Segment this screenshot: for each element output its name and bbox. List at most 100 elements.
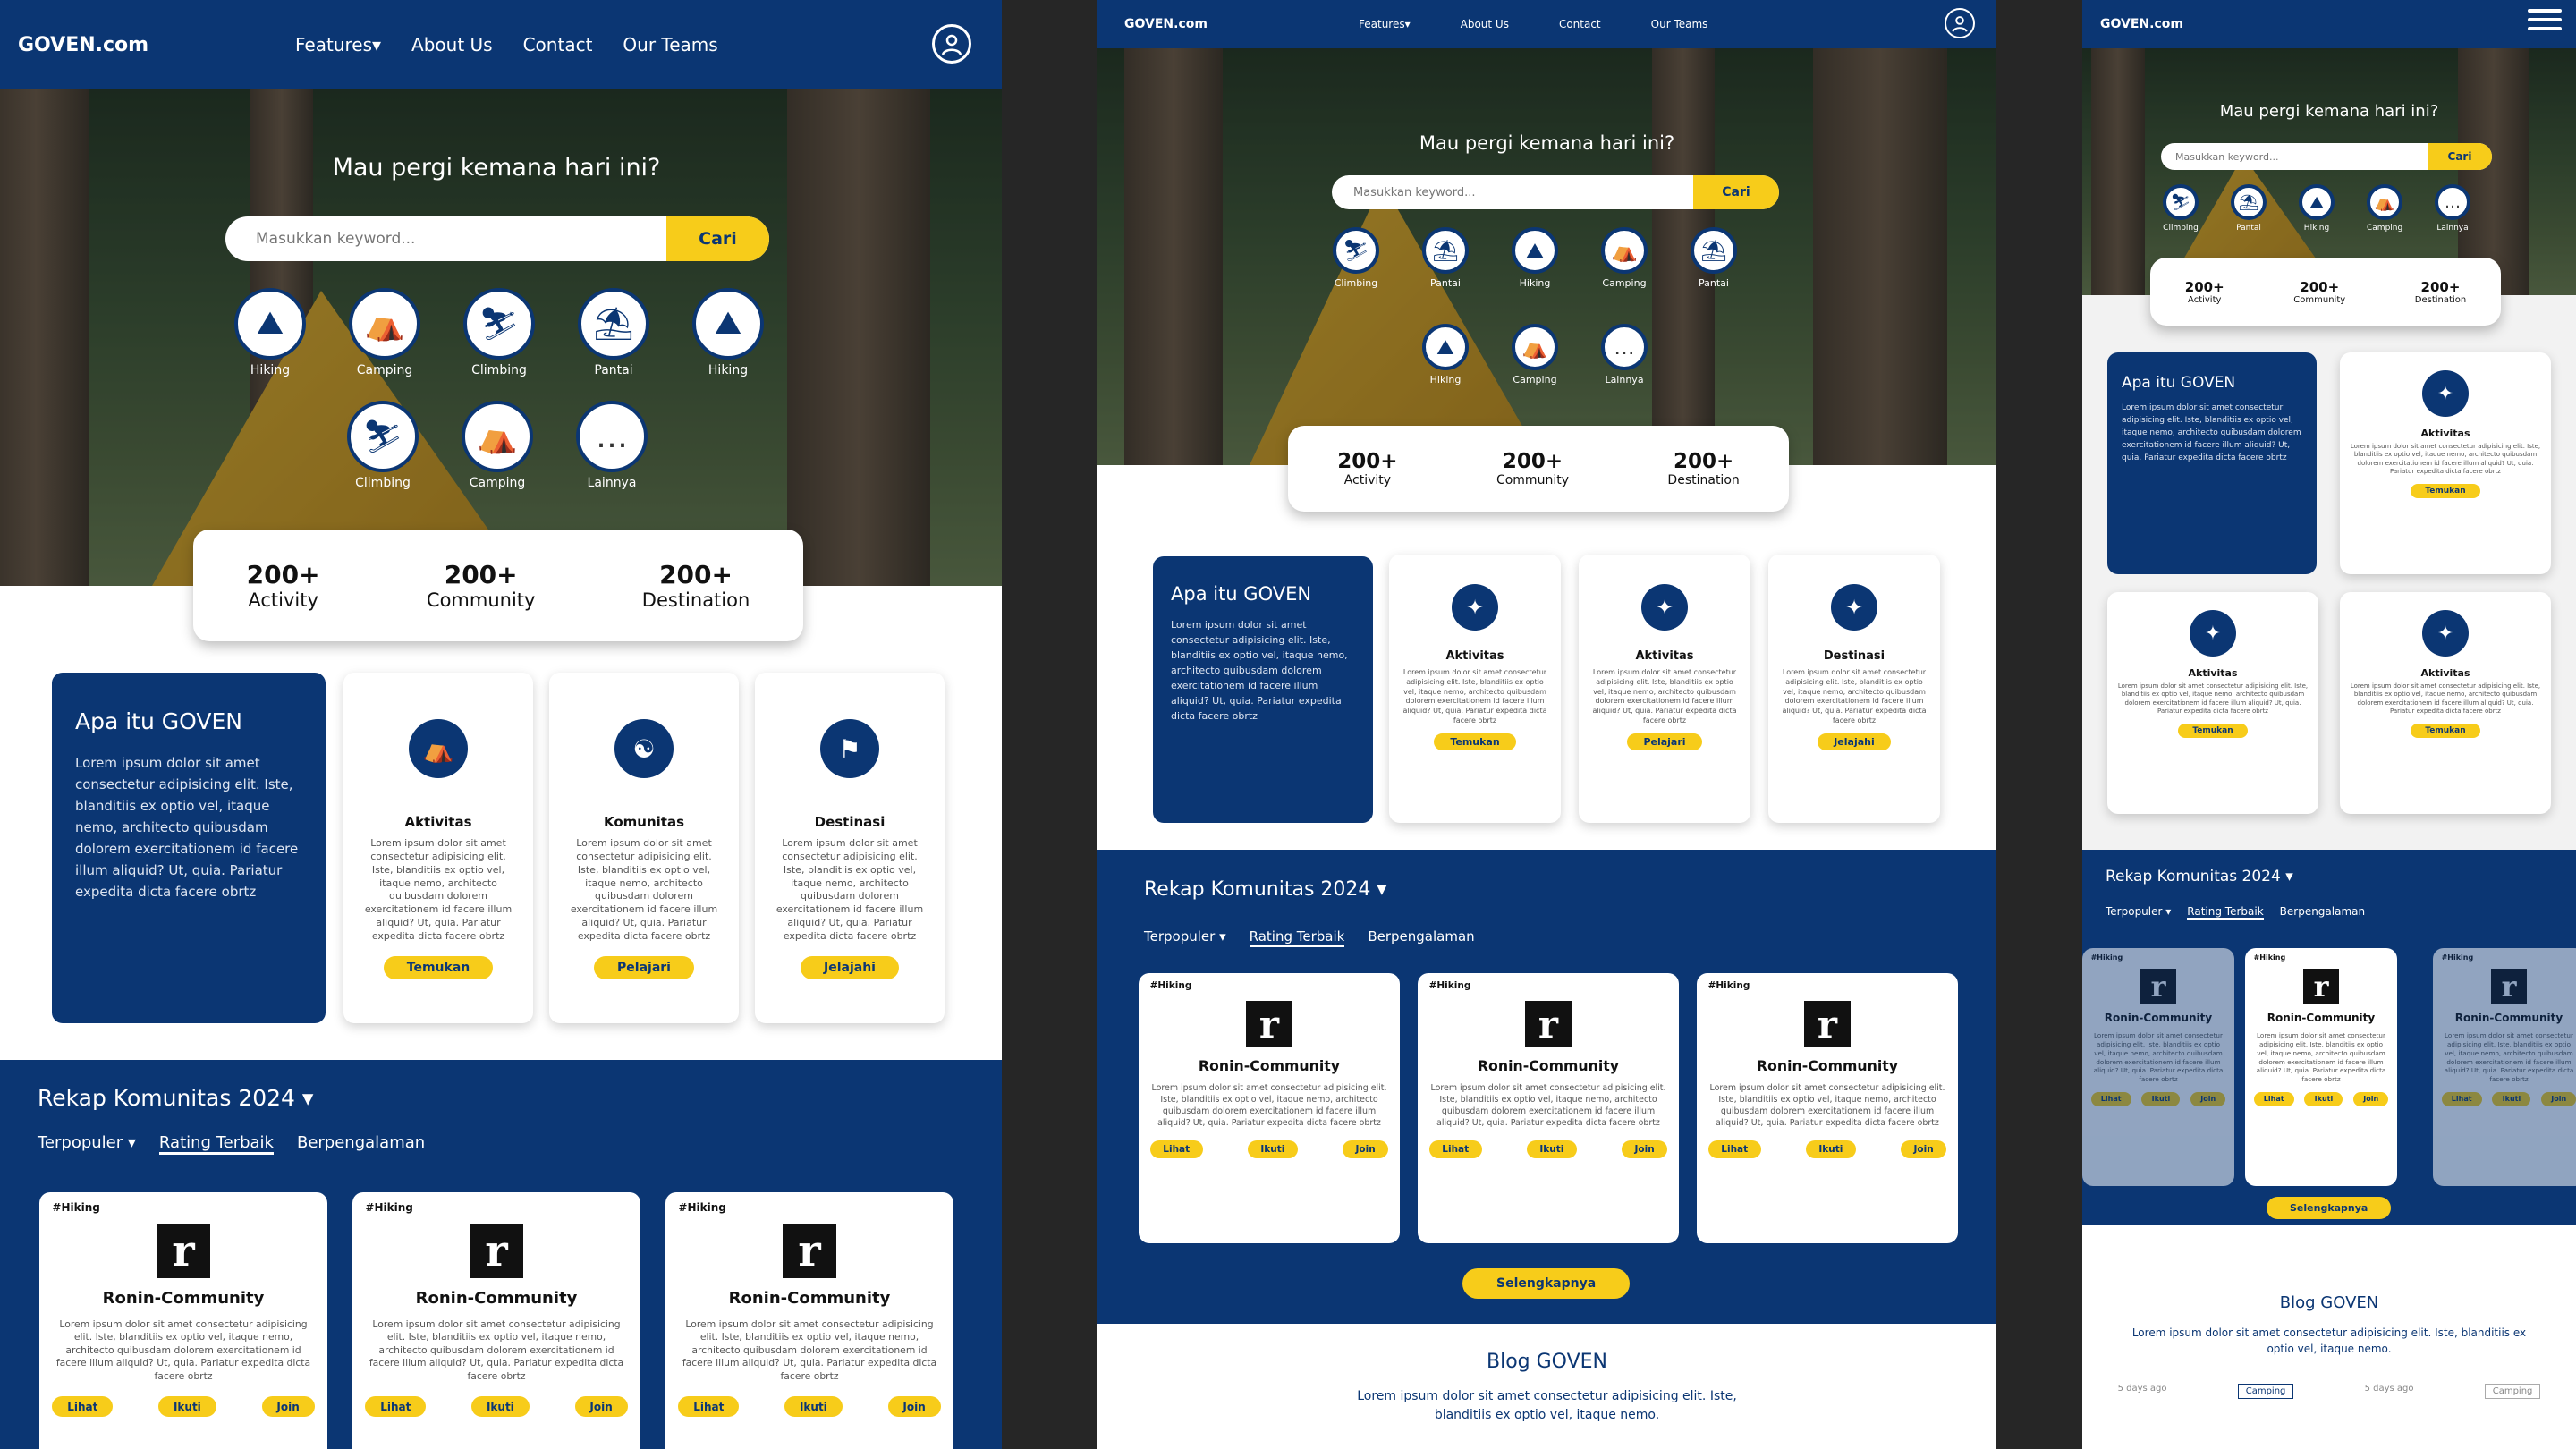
community-card[interactable]: #Hiking r Ronin-Community Lorem ipsum dolor…	[2082, 948, 2234, 1186]
community-join-button[interactable]: Join	[1342, 1140, 1389, 1159]
feature-button[interactable]: Temukan	[2411, 483, 2480, 498]
category-climbing[interactable]: ⛷ Climbing	[347, 401, 419, 490]
tab-terpopuler[interactable]: Terpopuler ▾	[2106, 905, 2171, 920]
community-lihat-button[interactable]: Lihat	[1707, 1140, 1761, 1159]
community-join-button[interactable]: Join	[2541, 1092, 2576, 1106]
community-join-button[interactable]: Join	[574, 1395, 628, 1418]
category-hiking[interactable]: ⛰ Hiking	[234, 288, 306, 377]
community-card[interactable]: #Hiking r Ronin-Community Lorem ipsum dolor…	[2245, 948, 2397, 1186]
community-join-button[interactable]: Join	[1621, 1140, 1668, 1159]
tab-rating-terbaik[interactable]: Rating Terbaik	[1249, 928, 1345, 947]
user-avatar-icon[interactable]	[932, 24, 971, 64]
nav-teams[interactable]: Our Teams	[623, 34, 717, 55]
user-avatar-icon[interactable]	[1945, 8, 1975, 38]
tab-rating-terbaik[interactable]: Rating Terbaik	[158, 1133, 274, 1155]
category-pantai[interactable]: ⛱ Pantai	[1422, 227, 1469, 289]
category-camping[interactable]: ⛺ Camping	[1512, 324, 1558, 386]
search-button[interactable]: Cari	[666, 216, 769, 261]
search-input[interactable]	[225, 216, 666, 261]
community-card[interactable]: #Hiking r Ronin-Community Lorem ipsum dolor…	[39, 1192, 327, 1449]
nav-teams[interactable]: Our Teams	[1651, 18, 1708, 30]
community-join-button[interactable]: Join	[2353, 1092, 2389, 1106]
jelajahi-button[interactable]: Jelajahi	[801, 955, 899, 979]
tab-berpengalaman[interactable]: Berpengalaman	[2280, 905, 2365, 920]
category-camping[interactable]: ⛺ Camping	[349, 288, 420, 377]
tab-rating-terbaik[interactable]: Rating Terbaik	[2187, 905, 2264, 920]
category-hiking[interactable]: ⛰ Hiking	[2299, 184, 2334, 233]
category-camping[interactable]: ⛺ Camping	[1601, 227, 1648, 289]
community-lihat-button[interactable]: Lihat	[1149, 1140, 1203, 1159]
community-ikuti-button[interactable]: Ikuti	[471, 1395, 530, 1418]
recap-title[interactable]: Rekap Komunitas 2024 ▾	[38, 1085, 313, 1111]
feature-button[interactable]: Jelajahi	[1818, 733, 1891, 750]
category-lainnya[interactable]: … Lainnya	[1601, 324, 1648, 386]
category-hiking[interactable]: ⛰ Hiking	[692, 288, 764, 377]
nav-contact[interactable]: Contact	[523, 34, 593, 55]
nav-contact[interactable]: Contact	[1559, 18, 1601, 30]
nav-about[interactable]: About Us	[1461, 18, 1509, 30]
category-pantai[interactable]: ⛱ Pantai	[1690, 227, 1737, 289]
community-ikuti-button[interactable]: Ikuti	[2492, 1092, 2531, 1106]
category-pantai[interactable]: ⛱ Pantai	[578, 288, 649, 377]
feature-button[interactable]: Temukan	[1434, 733, 1516, 750]
search-input[interactable]	[1332, 175, 1693, 209]
community-ikuti-button[interactable]: Ikuti	[1247, 1140, 1299, 1159]
community-card[interactable]: #Hiking r Ronin-Community Lorem ipsum dolor…	[2433, 948, 2576, 1186]
community-lihat-button[interactable]: Lihat	[52, 1395, 114, 1418]
community-ikuti-button[interactable]: Ikuti	[158, 1395, 216, 1418]
community-ikuti-button[interactable]: Ikuti	[2304, 1092, 2343, 1106]
community-ikuti-button[interactable]: Ikuti	[1526, 1140, 1578, 1159]
community-card[interactable]: #Hiking r Ronin-Community Lorem ipsum dolor…	[352, 1192, 640, 1449]
category-lainnya[interactable]: … Lainnya	[576, 401, 648, 490]
category-climbing[interactable]: ⛷ Climbing	[2163, 184, 2199, 233]
logo[interactable]: GOVEN.com	[2100, 17, 2183, 31]
community-card[interactable]: #Hiking r Ronin-Community Lorem ipsum dolor…	[1418, 973, 1679, 1243]
selengkapnya-button[interactable]: Selengkapnya	[2267, 1197, 2392, 1219]
category-lainnya[interactable]: … Lainnya	[2435, 184, 2470, 233]
recap-title[interactable]: Rekap Komunitas 2024 ▾	[1144, 878, 1386, 901]
feature-button[interactable]: Temukan	[2411, 723, 2480, 738]
blog-tag[interactable]: Camping	[2237, 1384, 2294, 1399]
nav-features[interactable]: Features▾	[1359, 18, 1411, 30]
category-camping[interactable]: ⛺ Camping	[2367, 184, 2402, 233]
category-hiking[interactable]: ⛰ Hiking	[1422, 324, 1469, 386]
community-join-button[interactable]: Join	[887, 1395, 941, 1418]
category-pantai[interactable]: ⛱ Pantai	[2231, 184, 2267, 233]
tab-berpengalaman[interactable]: Berpengalaman	[1368, 928, 1474, 947]
feature-button[interactable]: Temukan	[2178, 723, 2248, 738]
logo[interactable]: GOVEN.com	[1124, 17, 1359, 31]
community-lihat-button[interactable]: Lihat	[1428, 1140, 1482, 1159]
community-ikuti-button[interactable]: Ikuti	[1805, 1140, 1857, 1159]
category-camping[interactable]: ⛺ Camping	[462, 401, 533, 490]
category-hiking[interactable]: ⛰ Hiking	[1512, 227, 1558, 289]
community-ikuti-button[interactable]: Ikuti	[784, 1395, 843, 1418]
tab-terpopuler[interactable]: Terpopuler ▾	[1144, 928, 1226, 947]
category-climbing[interactable]: ⛷ Climbing	[1333, 227, 1379, 289]
community-lihat-button[interactable]: Lihat	[2441, 1092, 2482, 1106]
blog-tag[interactable]: Camping	[2484, 1384, 2541, 1399]
community-card[interactable]: #Hiking r Ronin-Community Lorem ipsum dolor…	[665, 1192, 953, 1449]
feature-button[interactable]: Pelajari	[1627, 733, 1702, 750]
temukan-button[interactable]: Temukan	[383, 955, 494, 979]
search-button[interactable]: Cari	[2428, 143, 2492, 170]
tab-terpopuler[interactable]: Terpopuler ▾	[38, 1133, 136, 1155]
community-lihat-button[interactable]: Lihat	[2253, 1092, 2294, 1106]
pelajari-button[interactable]: Pelajari	[594, 955, 694, 979]
logo[interactable]: GOVEN.com	[18, 34, 295, 56]
selengkapnya-button[interactable]: Selengkapnya	[1462, 1268, 1631, 1299]
search-button[interactable]: Cari	[1693, 175, 1779, 209]
category-climbing[interactable]: ⛷ Climbing	[463, 288, 535, 377]
community-lihat-button[interactable]: Lihat	[365, 1395, 427, 1418]
community-ikuti-button[interactable]: Ikuti	[2141, 1092, 2181, 1106]
recap-title[interactable]: Rekap Komunitas 2024 ▾	[2106, 868, 2293, 886]
community-lihat-button[interactable]: Lihat	[2090, 1092, 2131, 1106]
nav-features[interactable]: Features▾	[295, 34, 381, 55]
nav-about[interactable]: About Us	[411, 34, 493, 55]
community-join-button[interactable]: Join	[2190, 1092, 2226, 1106]
community-join-button[interactable]: Join	[1900, 1140, 1947, 1159]
community-join-button[interactable]: Join	[261, 1395, 315, 1418]
community-lihat-button[interactable]: Lihat	[678, 1395, 740, 1418]
community-card[interactable]: #Hiking r Ronin-Community Lorem ipsum dolor…	[1139, 973, 1400, 1243]
tab-berpengalaman[interactable]: Berpengalaman	[297, 1133, 425, 1155]
hamburger-menu-icon[interactable]	[2528, 9, 2562, 30]
